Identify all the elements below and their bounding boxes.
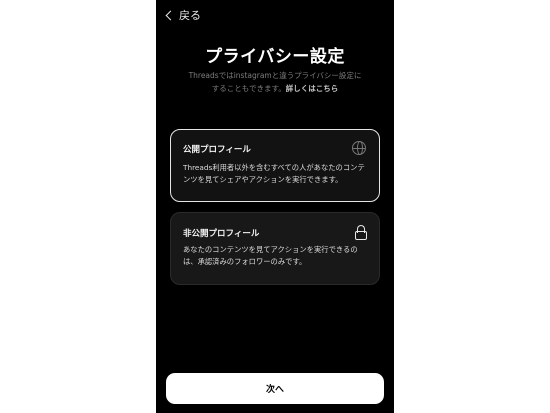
back-button[interactable]: 戻る xyxy=(164,7,201,23)
globe-icon xyxy=(352,141,366,155)
public-profile-title: 公開プロフィール xyxy=(183,145,251,155)
details-link[interactable]: 詳しくはこちら xyxy=(286,84,339,93)
chevron-left-icon xyxy=(165,10,176,20)
private-profile-description: あなたのコンテンツを見てアクションを実行できるのは、承認済みのフォロワーのみです… xyxy=(183,245,358,266)
public-profile-description: Threads利用者以外を含むすべての人があなたのコンテンツを見てシェアやアクシ… xyxy=(183,163,365,184)
page-title: プライバシー設定 xyxy=(205,47,345,67)
next-button[interactable]: 次へ xyxy=(166,373,384,404)
phone-screen: 戻る プライバシー設定 Threadsではinstagramと違うプライバシー設… xyxy=(156,0,394,413)
lock-icon xyxy=(355,225,367,240)
back-label: 戻る xyxy=(179,9,201,22)
public-profile-option[interactable]: 公開プロフィール Threads利用者以外を含むすべての人があなたのコンテンツを… xyxy=(170,129,380,202)
page-description: Threadsではinstagramと違うプライバシー設定に することもできます… xyxy=(170,69,380,95)
private-profile-title: 非公開プロフィール xyxy=(183,229,260,239)
description-line-2: することもできます。詳しくはこちら xyxy=(170,82,380,95)
description-line-2-text: することもできます。 xyxy=(211,84,286,93)
description-line-1: Threadsではinstagramと違うプライバシー設定に xyxy=(188,71,362,80)
private-profile-option[interactable]: 非公開プロフィール あなたのコンテンツを見てアクションを実行できるのは、承認済み… xyxy=(170,212,380,285)
